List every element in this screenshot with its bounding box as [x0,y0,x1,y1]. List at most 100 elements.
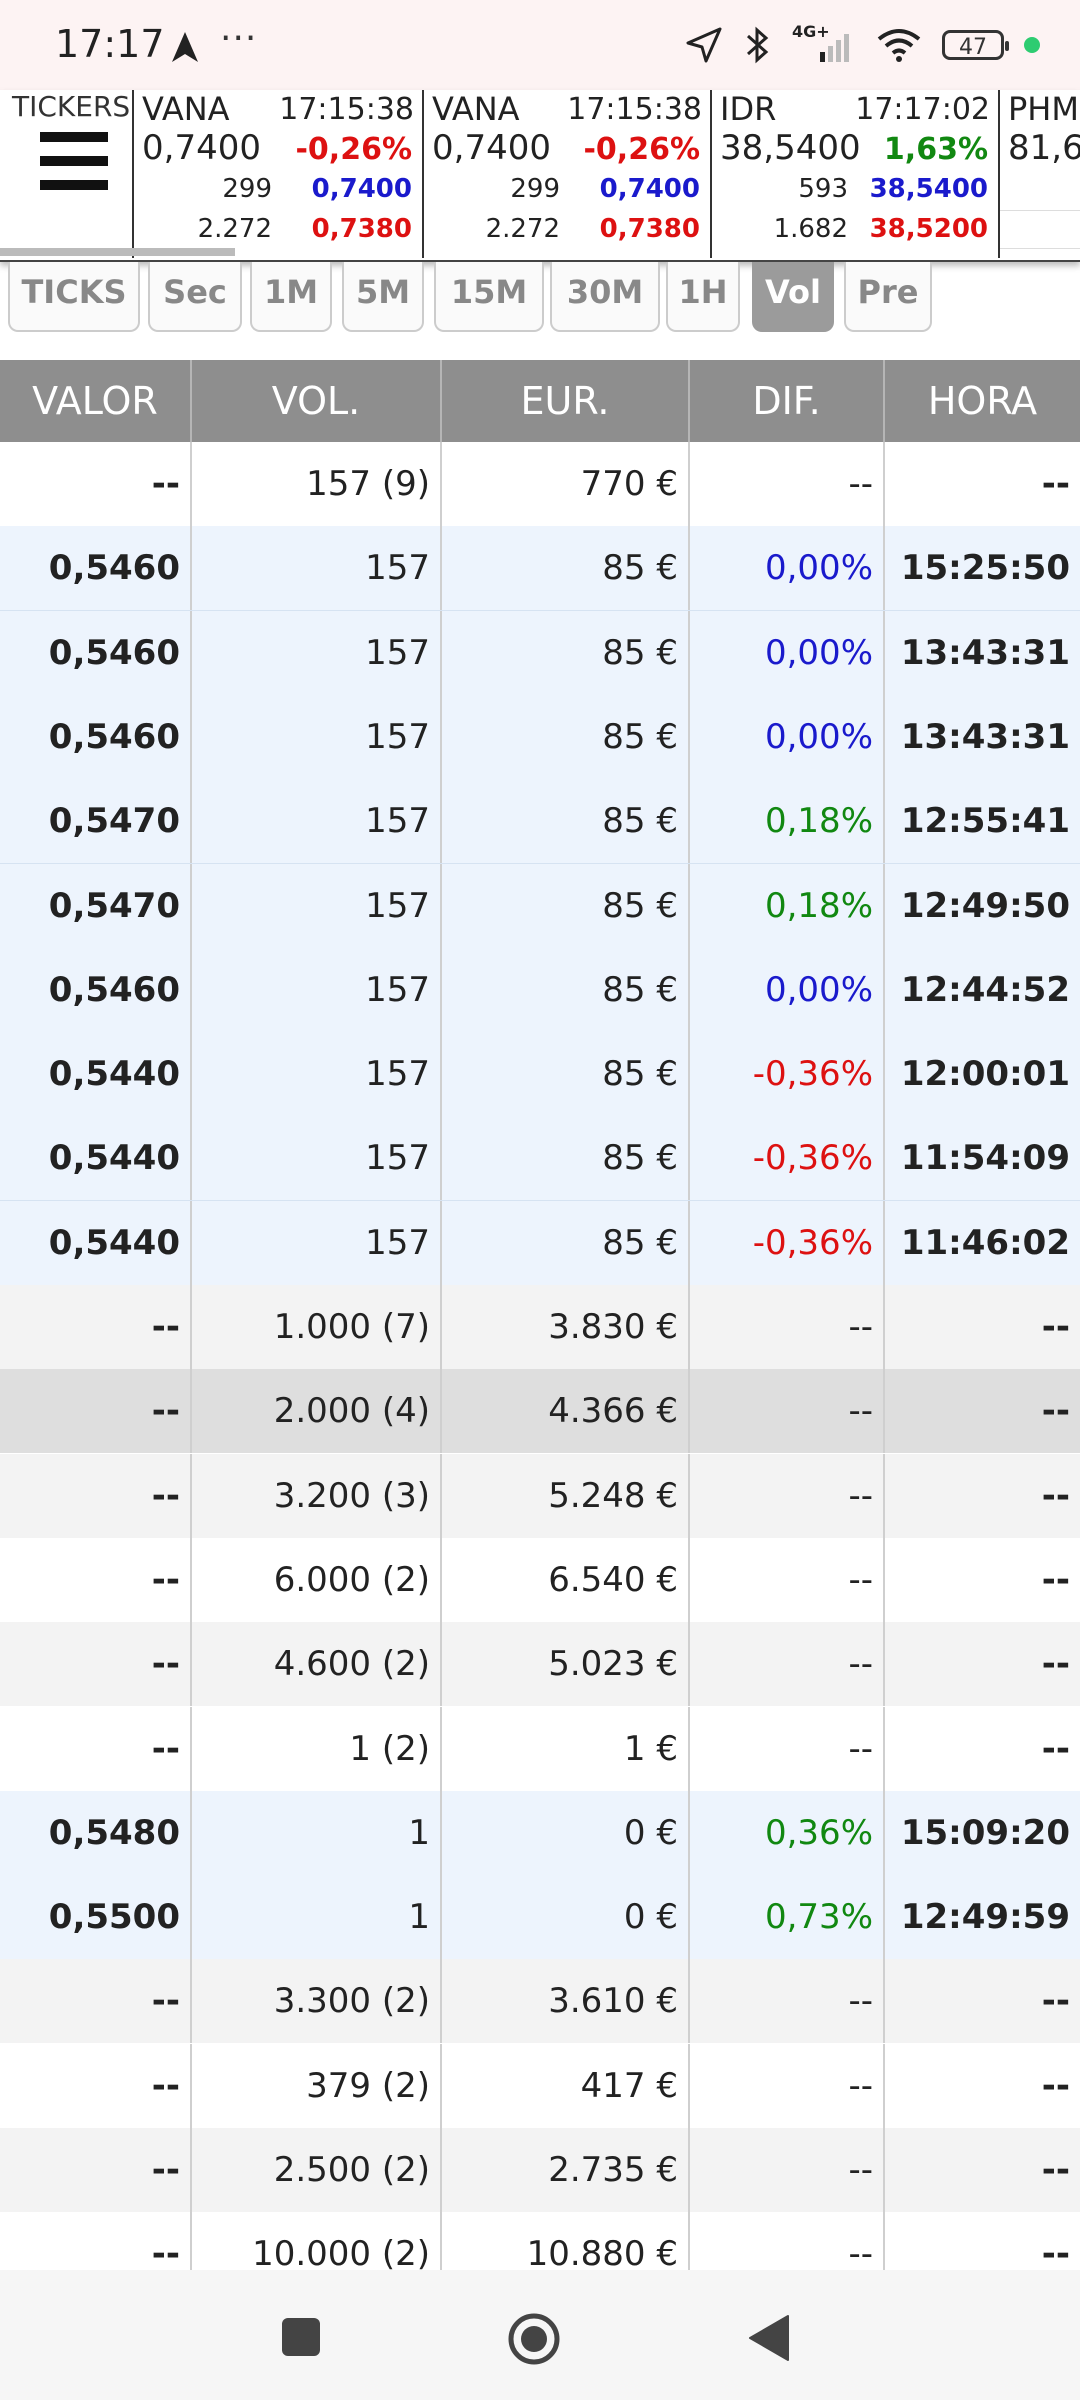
tickers-strip[interactable]: TICKERS VANA 17:15:38 0,7400 -0,26% 299 … [0,90,1080,262]
cell-eur: 417 € [442,2043,690,2128]
cell-eur: 3.830 € [442,1285,690,1369]
cell-hora: 13:43:31 [900,632,1070,673]
table-row[interactable]: -- 4.600 (2) 5.023 € -- -- [0,1622,1080,1707]
tickers-menu-button[interactable]: TICKERS [0,90,134,258]
cell-dif: -- [690,2043,885,2128]
cell-eur: 85 € [442,1116,690,1201]
cell-hora: 11:46:02 [900,1222,1070,1263]
table-header: VALOR VOL. EUR. DIF. HORA [0,360,1080,442]
table-row[interactable]: 0,5500 1 0 €0,73% 12:49:59 [0,1875,1080,1961]
tab-1m[interactable]: 1M [250,262,332,332]
cell-dif: 0,18% [690,779,885,864]
cell-valor: 0,5460 [0,947,192,1032]
cell-hora: -- [1041,1307,1070,1347]
cell-dif: -- [690,1369,885,1454]
table-row[interactable]: -- 6.000 (2) 6.540 € -- -- [0,1537,1080,1622]
cell-valor: -- [0,1537,192,1622]
table-row[interactable]: -- 157 (9) 770 € -- -- [0,442,1080,526]
tab-30m[interactable]: 30M [550,262,660,332]
cell-vol: 157 [192,610,442,695]
cell-vol: 157 [192,779,442,864]
cell-valor: 0,5440 [0,1200,192,1285]
tab-pre[interactable]: Pre [844,262,932,332]
tab-15m[interactable]: 15M [434,262,544,332]
table-row[interactable]: 0,5460 157 85 €0,00% 12:44:52 [0,947,1080,1033]
cell-eur: 85 € [442,1032,690,1117]
cell-hora: 12:44:52 [900,969,1070,1010]
cell-dif: -- [690,2128,885,2212]
cell-hora: -- [1041,2150,1070,2190]
table-row[interactable]: 0,5460 157 85 €0,00% 13:43:31 [0,610,1080,696]
table-row[interactable]: -- 1 (2) 1 € -- -- [0,1706,1080,1791]
cell-dif: -- [690,1537,885,1622]
cell-hora: 12:49:59 [900,1897,1070,1938]
cell-valor: 0,5470 [0,779,192,864]
table-row[interactable]: -- 3.300 (2) 3.610 € -- -- [0,1959,1080,2044]
bluetooth-icon [747,26,769,64]
table-row[interactable]: 0,5480 1 0 €0,36% 15:09:20 [0,1790,1080,1876]
table-row[interactable]: -- 2.500 (2) 2.735 € -- -- [0,2128,1080,2212]
cell-valor: 0,5460 [0,610,192,695]
table-row[interactable]: -- 1.000 (7) 3.830 € -- -- [0,1285,1080,1369]
cell-valor: -- [0,1285,192,1369]
tab-1h[interactable]: 1H [666,262,740,332]
cell-valor: -- [0,1622,192,1707]
cell-eur: 85 € [442,779,690,864]
cell-dif: 0,00% [690,947,885,1032]
table-row[interactable]: 0,5440 157 85 € -0,36% 11:46:02 [0,1200,1080,1286]
cell-vol: 157 [192,863,442,948]
cell-valor: 0,5480 [0,1790,192,1875]
cell-eur: 85 € [442,694,690,779]
ticker-card[interactable]: VANA 17:15:38 0,7400 -0,26% 299 0,7400 2… [424,90,712,258]
tickers-label: TICKERS [12,90,131,123]
cell-valor: -- [0,1959,192,2044]
ticker-card[interactable]: VANA 17:15:38 0,7400 -0,26% 299 0,7400 2… [134,90,424,258]
cell-vol: 157 [192,694,442,779]
cell-hora: 13:43:31 [900,716,1070,757]
cell-hora: -- [1041,1391,1070,1432]
table-row[interactable]: -- 2.000 (4) 4.366 € -- -- [0,1369,1080,1454]
battery-icon: 47 [942,30,1009,60]
tab-5m[interactable]: 5M [342,262,424,332]
ticker-change: 1,63% [883,132,988,167]
cell-hora: 12:55:41 [900,801,1070,842]
interval-tabs: TICKS Sec 1M 5M 15M 30M 1H Vol Pre [0,262,1080,338]
column-header-eur[interactable]: EUR. [442,360,690,442]
ticker-bid-volume: 299 [510,174,560,204]
ticker-symbol: VANA [142,90,230,128]
cell-valor: -- [0,1453,192,1538]
cell-hora: 11:54:09 [900,1138,1070,1179]
column-header-valor[interactable]: VALOR [0,360,192,442]
table-row[interactable]: 0,5440 157 85 € -0,36% 12:00:01 [0,1032,1080,1118]
table-row[interactable]: 0,5470 157 85 €0,18% 12:49:50 [0,863,1080,949]
column-header-hora[interactable]: HORA [885,360,1080,442]
table-row[interactable]: -- 379 (2) 417 € -- -- [0,2043,1080,2128]
table-row[interactable]: -- 3.200 (3) 5.248 € -- -- [0,1453,1080,1538]
table-row[interactable]: 0,5460 157 85 €0,00% 13:43:31 [0,694,1080,780]
ticker-ask-volume: 1.682 [773,214,848,244]
tab-sec[interactable]: Sec [148,262,242,332]
ticker-time: 17:17:02 [855,92,990,127]
tab-vol[interactable]: Vol [752,262,834,332]
hamburger-menu-icon[interactable] [40,132,108,204]
cell-hora: 15:25:50 [900,548,1070,589]
column-header-vol[interactable]: VOL. [192,360,442,442]
location-icon [686,27,722,63]
recents-square-icon[interactable] [282,2318,320,2356]
cell-vol: 1 [192,1790,442,1875]
table-row[interactable]: 0,5440 157 85 € -0,36% 11:54:09 [0,1116,1080,1202]
ticker-price: 81,6 [1008,128,1080,168]
ticker-card[interactable]: IDR 17:17:02 38,5400 1,63% 593 38,5400 1… [712,90,1000,258]
tab-ticks[interactable]: TICKS [8,262,140,332]
table-row[interactable]: 0,5470 157 85 €0,18% 12:55:41 [0,779,1080,865]
ticker-card[interactable]: PHM 81,6 [1000,90,1080,258]
cell-valor: -- [0,1706,192,1791]
cell-hora: -- [1041,464,1070,504]
cell-eur: 2.735 € [442,2128,690,2212]
cell-dif: -0,36% [690,1116,885,1201]
status-time: 17:17 [55,22,165,66]
table-row[interactable]: 0,5460 157 85 €0,00% 15:25:50 [0,526,1080,612]
home-circle-icon[interactable] [507,2312,561,2366]
back-triangle-icon[interactable] [748,2314,790,2362]
column-header-dif[interactable]: DIF. [690,360,885,442]
